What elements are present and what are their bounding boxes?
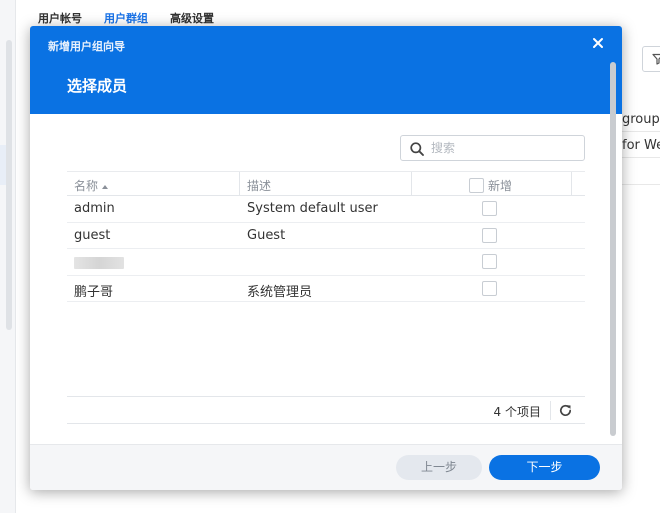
grid-footer: 4 个项目 xyxy=(67,396,585,424)
background-row-text: group xyxy=(622,112,660,127)
sort-ascending-icon xyxy=(102,184,109,189)
previous-step-button[interactable]: 上一步 xyxy=(396,455,482,480)
row-description: Guest xyxy=(247,227,286,243)
dialog-window-title: 新增用户组向导 xyxy=(48,40,125,53)
background-row-divider xyxy=(622,184,660,185)
row-add-checkbox[interactable] xyxy=(482,280,497,296)
footer-separator xyxy=(550,401,551,420)
member-search-box[interactable] xyxy=(400,135,585,161)
dialog-header: 新增用户组向导 选择成员 xyxy=(30,26,622,114)
background-row-divider xyxy=(622,131,660,132)
row-add-checkbox[interactable] xyxy=(482,201,497,216)
item-count: 4 个项目 xyxy=(493,405,541,419)
refresh-icon[interactable] xyxy=(558,403,573,418)
column-separator[interactable] xyxy=(411,172,412,196)
column-separator[interactable] xyxy=(239,172,240,196)
table-row[interactable]: 鹏子哥 系统管理员 xyxy=(67,276,585,302)
row-add-checkbox[interactable] xyxy=(482,227,497,243)
background-row-divider xyxy=(622,157,660,158)
column-separator[interactable] xyxy=(571,172,572,196)
members-grid: 名称 描述 新增 admin System default user guest… xyxy=(67,171,585,302)
row-name: guest xyxy=(74,227,111,243)
dialog-close-button[interactable] xyxy=(590,35,606,51)
select-all-checkbox[interactable] xyxy=(469,178,484,193)
grid-header: 名称 描述 新增 xyxy=(67,171,585,196)
background-filter-button[interactable] xyxy=(642,46,660,72)
next-step-button[interactable]: 下一步 xyxy=(489,455,600,480)
row-name: 鹏子哥 xyxy=(74,284,114,300)
column-header-add-label: 新增 xyxy=(488,179,513,193)
table-row[interactable] xyxy=(67,249,585,276)
background-row-text: for We xyxy=(622,138,660,153)
dialog-footer: 上一步 下一步 xyxy=(30,444,622,490)
obscured-name-placeholder xyxy=(74,257,124,269)
background-sidebar-scrollbar[interactable] xyxy=(6,40,12,330)
row-description: 系统管理员 xyxy=(247,284,313,300)
column-header-name-label: 名称 xyxy=(74,179,99,193)
row-add-checkbox[interactable] xyxy=(482,254,497,269)
column-header-name[interactable]: 名称 xyxy=(74,177,109,194)
table-row[interactable]: guest Guest xyxy=(67,223,585,249)
dialog-step-title: 选择成员 xyxy=(67,77,128,95)
search-icon xyxy=(410,142,424,156)
close-icon xyxy=(593,38,603,48)
row-name: admin xyxy=(74,201,115,216)
search-input[interactable] xyxy=(431,139,579,157)
background-sidebar xyxy=(0,0,16,513)
dialog-scrollbar[interactable] xyxy=(610,62,616,436)
column-header-add: 新增 xyxy=(469,177,512,194)
create-group-wizard-dialog: 新增用户组向导 选择成员 名称 描述 新增 admin xyxy=(30,26,622,490)
row-description: System default user xyxy=(247,201,378,216)
row-name-obscured xyxy=(74,254,124,273)
column-header-description[interactable]: 描述 xyxy=(247,177,271,194)
table-row[interactable]: admin System default user xyxy=(67,196,585,223)
filter-icon xyxy=(652,53,660,65)
